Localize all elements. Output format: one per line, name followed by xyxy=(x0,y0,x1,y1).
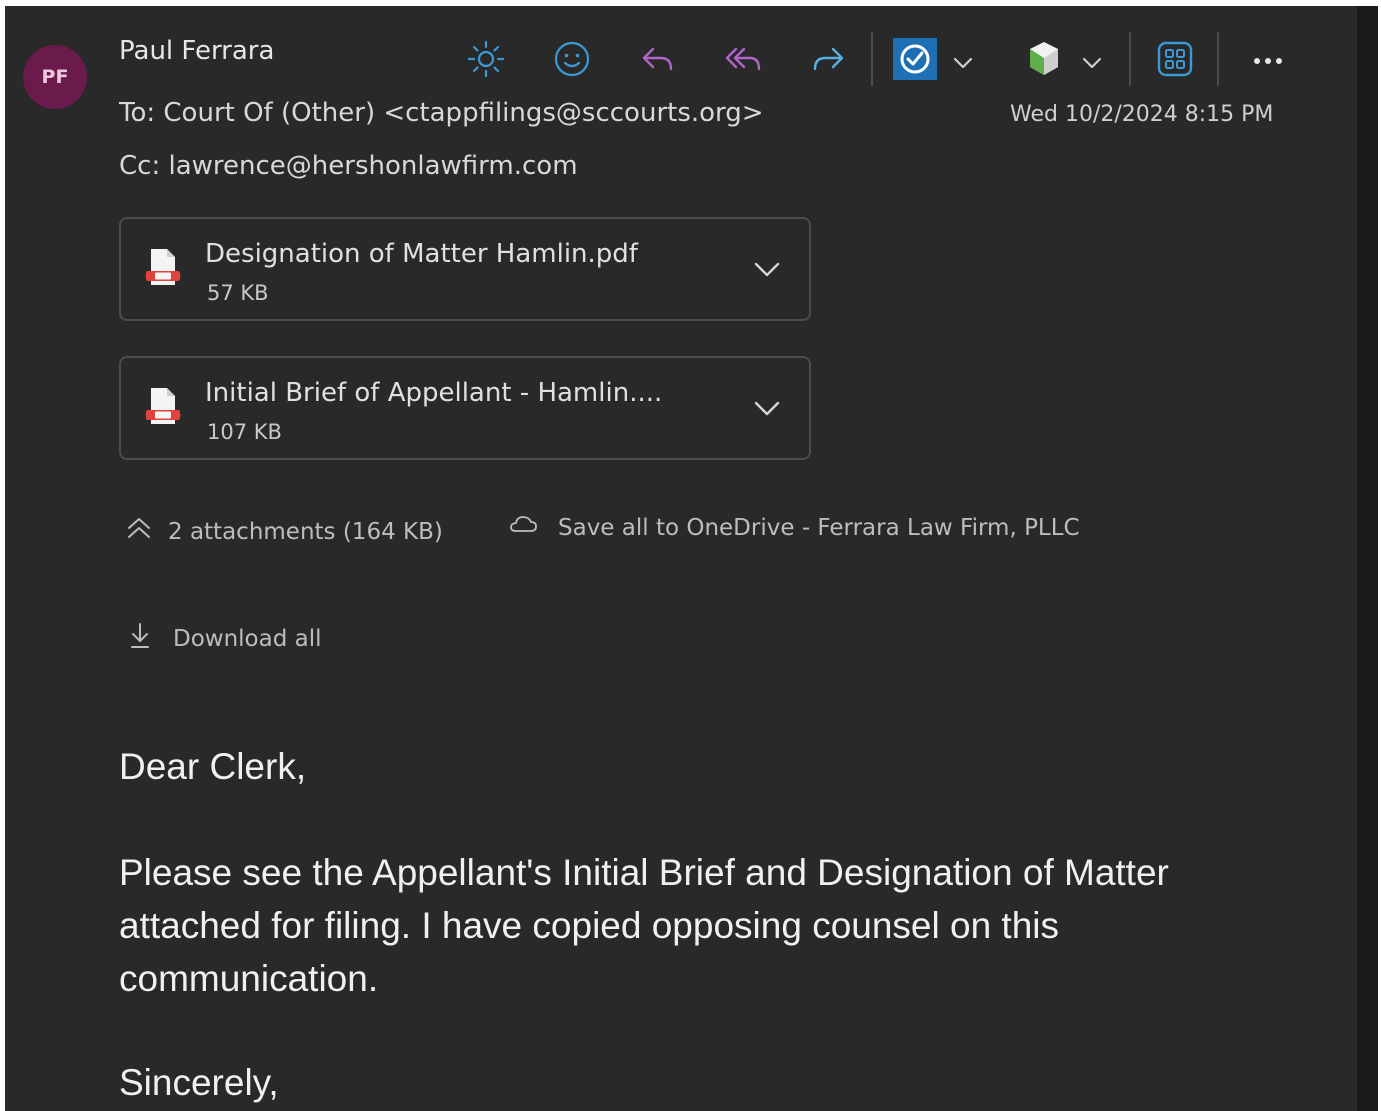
more-icon[interactable] xyxy=(1245,36,1291,82)
attachment-name[interactable]: Initial Brief of Appellant - Hamlin.... xyxy=(205,378,662,408)
attachment-summary: 2 attachments (164 KB) xyxy=(168,519,443,545)
toolbar-divider xyxy=(871,32,873,86)
download-icon xyxy=(127,621,153,657)
sender-name[interactable]: Paul Ferrara xyxy=(119,36,274,66)
sent-date: Wed 10/2/2024 8:15 PM xyxy=(1010,102,1274,127)
cloud-icon xyxy=(508,514,538,542)
cc-line: Cc: lawrence@hershonlawfirm.com xyxy=(119,151,578,181)
attachment-card[interactable]: Designation of Matter Hamlin.pdf 57 KB xyxy=(119,217,811,321)
attachment-menu-chevron-icon[interactable] xyxy=(751,255,783,289)
task-dropdown-chevron-icon[interactable] xyxy=(944,40,982,86)
attachment-name[interactable]: Designation of Matter Hamlin.pdf xyxy=(205,239,638,269)
toolbar-divider xyxy=(1217,32,1219,86)
reply-all-icon[interactable] xyxy=(720,36,766,82)
body-greeting: Dear Clerk, xyxy=(119,746,307,787)
toolbar-divider xyxy=(1129,32,1131,86)
reply-icon[interactable] xyxy=(634,36,680,82)
collapse-attachments-button[interactable]: 2 attachments (164 KB) xyxy=(124,514,443,550)
sun-icon[interactable] xyxy=(463,36,509,82)
avatar[interactable]: PF xyxy=(23,45,87,109)
cube-icon[interactable] xyxy=(1021,36,1067,82)
cube-dropdown-chevron-icon[interactable] xyxy=(1073,40,1111,86)
body-closing: Sincerely, xyxy=(119,1062,279,1103)
task-check-icon[interactable] xyxy=(892,37,938,81)
save-all-label: Save all to OneDrive - Ferrara Law Firm,… xyxy=(558,515,1080,541)
scrollbar[interactable] xyxy=(1357,6,1378,1111)
to-line: To: Court Of (Other) <ctappfilings@sccou… xyxy=(119,98,764,128)
download-all-label: Download all xyxy=(173,626,322,652)
apps-grid-icon[interactable] xyxy=(1152,36,1198,82)
to-recipient[interactable]: Court Of (Other) <ctappfilings@sccourts.… xyxy=(163,98,763,128)
body-paragraph: Please see the Appellant's Initial Brief… xyxy=(119,852,1169,999)
to-label: To: xyxy=(119,98,156,128)
pdf-file-icon xyxy=(143,247,183,293)
pdf-file-icon xyxy=(143,386,183,432)
forward-icon[interactable] xyxy=(806,36,852,82)
cc-label: Cc: xyxy=(119,151,161,181)
save-all-onedrive-button[interactable]: Save all to OneDrive - Ferrara Law Firm,… xyxy=(508,514,1080,542)
download-all-button[interactable]: Download all xyxy=(127,621,322,657)
cc-recipient[interactable]: lawrence@hershonlawfirm.com xyxy=(168,151,577,181)
double-chevron-up-icon xyxy=(124,514,154,550)
attachment-card[interactable]: Initial Brief of Appellant - Hamlin.... … xyxy=(119,356,811,460)
attachment-menu-chevron-icon[interactable] xyxy=(751,394,783,428)
attachment-size: 57 KB xyxy=(207,281,269,305)
attachment-size: 107 KB xyxy=(207,420,282,444)
emoji-icon[interactable] xyxy=(549,36,595,82)
